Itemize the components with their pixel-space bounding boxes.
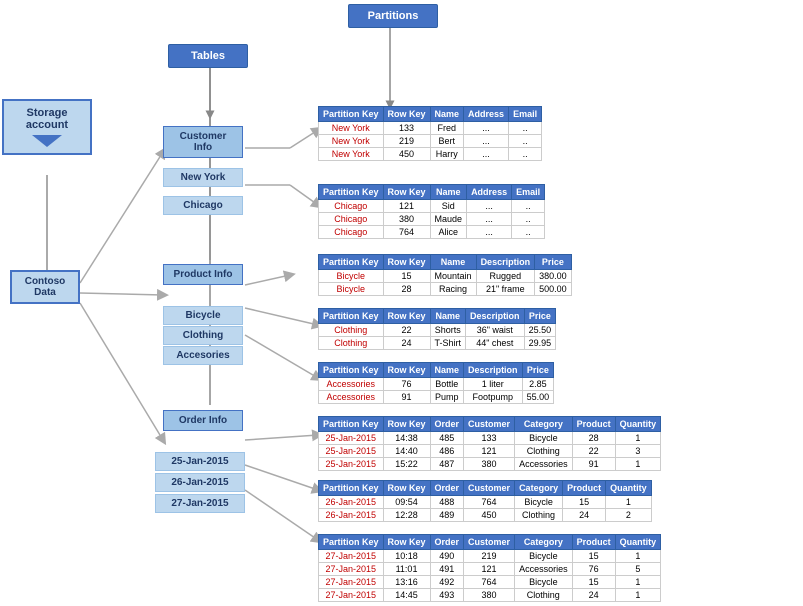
col-partition-key: Partition Key: [319, 309, 384, 324]
col-row-key: Row Key: [383, 535, 430, 550]
col-partition-key: Partition Key: [319, 185, 384, 200]
table-row: Clothing24T-Shirt44" chest29.95: [319, 337, 556, 350]
table-row: 25-Jan-201514:38485133Bicycle281: [319, 432, 661, 445]
col-product: Product: [563, 481, 606, 496]
storage-account-box: Storage account: [2, 99, 92, 155]
partition-25jan: 25-Jan-2015: [155, 452, 245, 471]
col-order: Order: [430, 535, 464, 550]
col-row-key: Row Key: [383, 417, 430, 432]
col-name: Name: [430, 255, 476, 270]
col-customer: Customer: [464, 535, 515, 550]
table-row: 27-Jan-201511:01491121Accessories765: [319, 563, 661, 576]
col-quantity: Quantity: [615, 535, 661, 550]
table-row: Accessories76Bottle1 liter2.85: [319, 378, 554, 391]
col-row-key: Row Key: [383, 309, 430, 324]
table-row: Chicago380Maude.....: [319, 213, 545, 226]
partition-bicycle: Bicycle: [163, 306, 243, 325]
col-price: Price: [535, 255, 572, 270]
col-name: Name: [430, 185, 467, 200]
col-address: Address: [464, 107, 509, 122]
col-partition-key: Partition Key: [319, 417, 384, 432]
table-order-27jan: Partition Key Row Key Order Customer Cat…: [318, 534, 661, 602]
table-order-25jan: Partition Key Row Key Order Customer Cat…: [318, 416, 661, 471]
table-row: Bicycle15MountainRugged380.00: [319, 270, 572, 283]
col-name: Name: [430, 363, 464, 378]
col-description: Description: [464, 363, 523, 378]
col-address: Address: [467, 185, 512, 200]
order-info-box: Order Info: [163, 410, 243, 431]
table-row: Chicago764Alice.....: [319, 226, 545, 239]
col-category: Category: [515, 481, 563, 496]
table-row: New York450Harry.....: [319, 148, 542, 161]
partition-newyork: New York: [163, 168, 243, 187]
col-description: Description: [476, 255, 535, 270]
contoso-data-box: Contoso Data: [10, 270, 80, 304]
table-row: Clothing22Shorts36" waist25.50: [319, 324, 556, 337]
table-row: Accessories91PumpFootpump55.00: [319, 391, 554, 404]
col-price: Price: [522, 363, 554, 378]
col-name: Name: [430, 309, 466, 324]
table-row: New York133Fred.....: [319, 122, 542, 135]
table-row: New York219Bert.....: [319, 135, 542, 148]
table-customer-newyork: Partition Key Row Key Name Address Email…: [318, 106, 542, 161]
col-partition-key: Partition Key: [319, 481, 384, 496]
col-email: Email: [509, 107, 542, 122]
col-description: Description: [466, 309, 525, 324]
table-product-clothing: Partition Key Row Key Name Description P…: [318, 308, 556, 350]
table-row: Bicycle28Racing21" frame500.00: [319, 283, 572, 296]
col-quantity: Quantity: [615, 417, 661, 432]
col-partition-key: Partition Key: [319, 363, 384, 378]
table-row: Chicago121Sid.....: [319, 200, 545, 213]
col-row-key: Row Key: [383, 255, 430, 270]
table-order-26jan: Partition Key Row Key Order Customer Cat…: [318, 480, 652, 522]
table-row: 26-Jan-201509:54488764Bicycle151: [319, 496, 652, 509]
diagram-container: Partitions Tables Storage account Contos…: [0, 0, 803, 606]
partition-chicago: Chicago: [163, 196, 243, 215]
col-partition-key: Partition Key: [319, 255, 384, 270]
table-row: 27-Jan-201510:18490219Bicycle151: [319, 550, 661, 563]
col-category: Category: [515, 535, 573, 550]
partition-clothing: Clothing: [163, 326, 243, 345]
table-row: 25-Jan-201514:40486121Clothing223: [319, 445, 661, 458]
partitions-label: Partitions: [348, 4, 438, 28]
product-info-box: Product Info: [163, 264, 243, 285]
col-row-key: Row Key: [383, 185, 430, 200]
col-product: Product: [572, 535, 615, 550]
col-row-key: Row Key: [383, 481, 430, 496]
partition-27jan: 27-Jan-2015: [155, 494, 245, 513]
col-customer: Customer: [464, 417, 515, 432]
col-row-key: Row Key: [383, 107, 430, 122]
col-order: Order: [430, 417, 464, 432]
partition-26jan: 26-Jan-2015: [155, 473, 245, 492]
table-customer-chicago: Partition Key Row Key Name Address Email…: [318, 184, 545, 239]
col-quantity: Quantity: [606, 481, 652, 496]
tables-label: Tables: [168, 44, 248, 68]
table-row: 26-Jan-201512:28489450Clothing242: [319, 509, 652, 522]
table-product-accessories: Partition Key Row Key Name Description P…: [318, 362, 554, 404]
table-row: 25-Jan-201515:22487380Accessories911: [319, 458, 661, 471]
col-price: Price: [524, 309, 556, 324]
col-customer: Customer: [464, 481, 515, 496]
partition-accessories: Accesories: [163, 346, 243, 365]
table-row: 27-Jan-201514:45493380Clothing241: [319, 589, 661, 602]
col-email: Email: [512, 185, 545, 200]
col-partition-key: Partition Key: [319, 107, 384, 122]
customer-info-box: Customer Info: [163, 126, 243, 158]
table-row: 27-Jan-201513:16492764Bicycle151: [319, 576, 661, 589]
col-name: Name: [430, 107, 464, 122]
col-partition-key: Partition Key: [319, 535, 384, 550]
col-order: Order: [430, 481, 464, 496]
col-product: Product: [572, 417, 615, 432]
col-row-key: Row Key: [383, 363, 430, 378]
col-category: Category: [515, 417, 573, 432]
table-product-bicycle: Partition Key Row Key Name Description P…: [318, 254, 572, 296]
